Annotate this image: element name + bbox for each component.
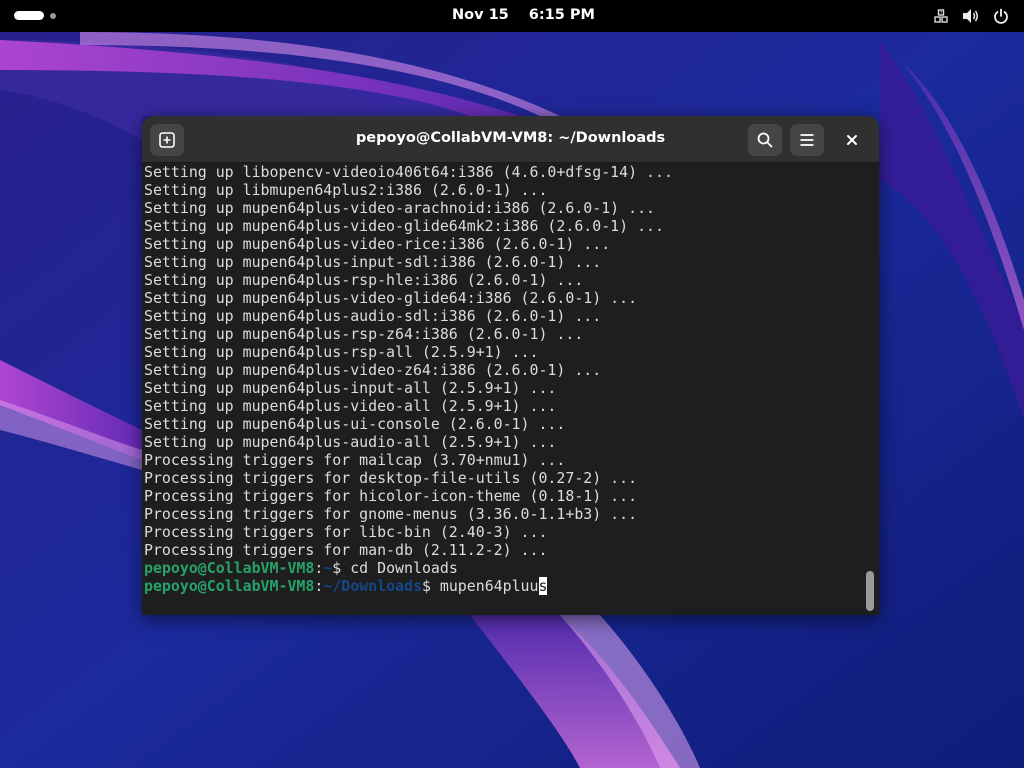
- output-line: Setting up mupen64plus-video-arachnoid:i…: [144, 199, 656, 217]
- workspace-indicator-active: [14, 11, 44, 20]
- prompt-path: ~: [323, 559, 333, 577]
- output-line: Setting up mupen64plus-video-rice:i386 (…: [144, 235, 611, 253]
- search-button[interactable]: [748, 124, 782, 156]
- hamburger-menu-icon: [800, 134, 814, 146]
- network-icon[interactable]: ?: [932, 7, 950, 25]
- header-bar[interactable]: pepoyo@CollabVM-VM8: ~/Downloads: [142, 116, 879, 163]
- desktop: Nov 15 6:15 PM ? pepoyo@CollabVM-VM8: ~/…: [0, 0, 1024, 768]
- output-line: Setting up mupen64plus-input-sdl:i386 (2…: [144, 253, 602, 271]
- clock-date: Nov 15: [452, 7, 509, 23]
- output-line: Processing triggers for man-db (2.11.2-2…: [144, 541, 548, 559]
- prompt-symbol: $: [332, 559, 351, 577]
- output-line: Setting up mupen64plus-ui-console (2.6.0…: [144, 415, 566, 433]
- output-line: Setting up libmupen64plus2:i386 (2.6.0-1…: [144, 181, 548, 199]
- output-line: Setting up libopencv-videoio406t64:i386 …: [144, 163, 673, 181]
- output-line: Setting up mupen64plus-video-glide64mk2:…: [144, 217, 664, 235]
- prompt-user: pepoyo@CollabVM-VM8: [144, 559, 315, 577]
- output-line: Setting up mupen64plus-rsp-all (2.5.9+1)…: [144, 343, 539, 361]
- output-line: Setting up mupen64plus-video-all (2.5.9+…: [144, 397, 557, 415]
- terminal-window[interactable]: pepoyo@CollabVM-VM8: ~/Downloads Setting…: [142, 116, 879, 615]
- scrollbar-thumb[interactable]: [866, 571, 874, 611]
- prompt-separator: :: [314, 577, 324, 595]
- output-line: Processing triggers for libc-bin (2.40-3…: [144, 523, 548, 541]
- workspace-indicator: [50, 12, 56, 19]
- prompt-path: ~/Downloads: [323, 577, 422, 595]
- output-line: Processing triggers for desktop-file-uti…: [144, 469, 638, 487]
- close-button[interactable]: [840, 129, 864, 151]
- clock-button[interactable]: Nov 15 6:15 PM: [452, 7, 615, 23]
- output-line: Setting up mupen64plus-rsp-z64:i386 (2.6…: [144, 325, 584, 343]
- command-input[interactable]: mupen64pluu: [440, 577, 539, 595]
- prompt-command: cd Downloads: [350, 559, 458, 577]
- output-line: Setting up mupen64plus-rsp-hle:i386 (2.6…: [144, 271, 584, 289]
- output-line: Setting up mupen64plus-video-z64:i386 (2…: [144, 361, 602, 379]
- output-line: Setting up mupen64plus-input-all (2.5.9+…: [144, 379, 557, 397]
- prompt-separator: :: [314, 559, 324, 577]
- active-prompt-line[interactable]: pepoyo@CollabVM-VM8:~/Downloads$ mupen64…: [144, 577, 864, 595]
- output-line: Setting up mupen64plus-video-glide64:i38…: [144, 289, 638, 307]
- search-icon: [757, 132, 773, 148]
- output-line: Processing triggers for hicolor-icon-the…: [144, 487, 638, 505]
- output-line: Setting up mupen64plus-audio-all (2.5.9+…: [144, 433, 557, 451]
- output-line: Setting up mupen64plus-audio-sdl:i386 (2…: [144, 307, 602, 325]
- prompt-symbol: $: [421, 577, 440, 595]
- terminal-output[interactable]: Setting up libopencv-videoio406t64:i386 …: [144, 163, 864, 613]
- activities-button[interactable]: [14, 11, 56, 20]
- output-line: Processing triggers for gnome-menus (3.3…: [144, 505, 638, 523]
- text-cursor: s: [538, 577, 548, 595]
- clock-time: 6:15 PM: [528, 7, 595, 23]
- system-tray[interactable]: ?: [932, 7, 1010, 25]
- power-icon[interactable]: [992, 7, 1010, 25]
- close-icon: [847, 135, 857, 145]
- prompt-user: pepoyo@CollabVM-VM8: [144, 577, 315, 595]
- top-bar: Nov 15 6:15 PM ?: [0, 0, 1024, 32]
- menu-button[interactable]: [790, 124, 824, 156]
- prompt-line: pepoyo@CollabVM-VM8:~$ cd Downloads: [144, 559, 864, 577]
- svg-text:?: ?: [940, 11, 943, 17]
- volume-icon[interactable]: [962, 7, 980, 25]
- output-line: Processing triggers for mailcap (3.70+nm…: [144, 451, 566, 469]
